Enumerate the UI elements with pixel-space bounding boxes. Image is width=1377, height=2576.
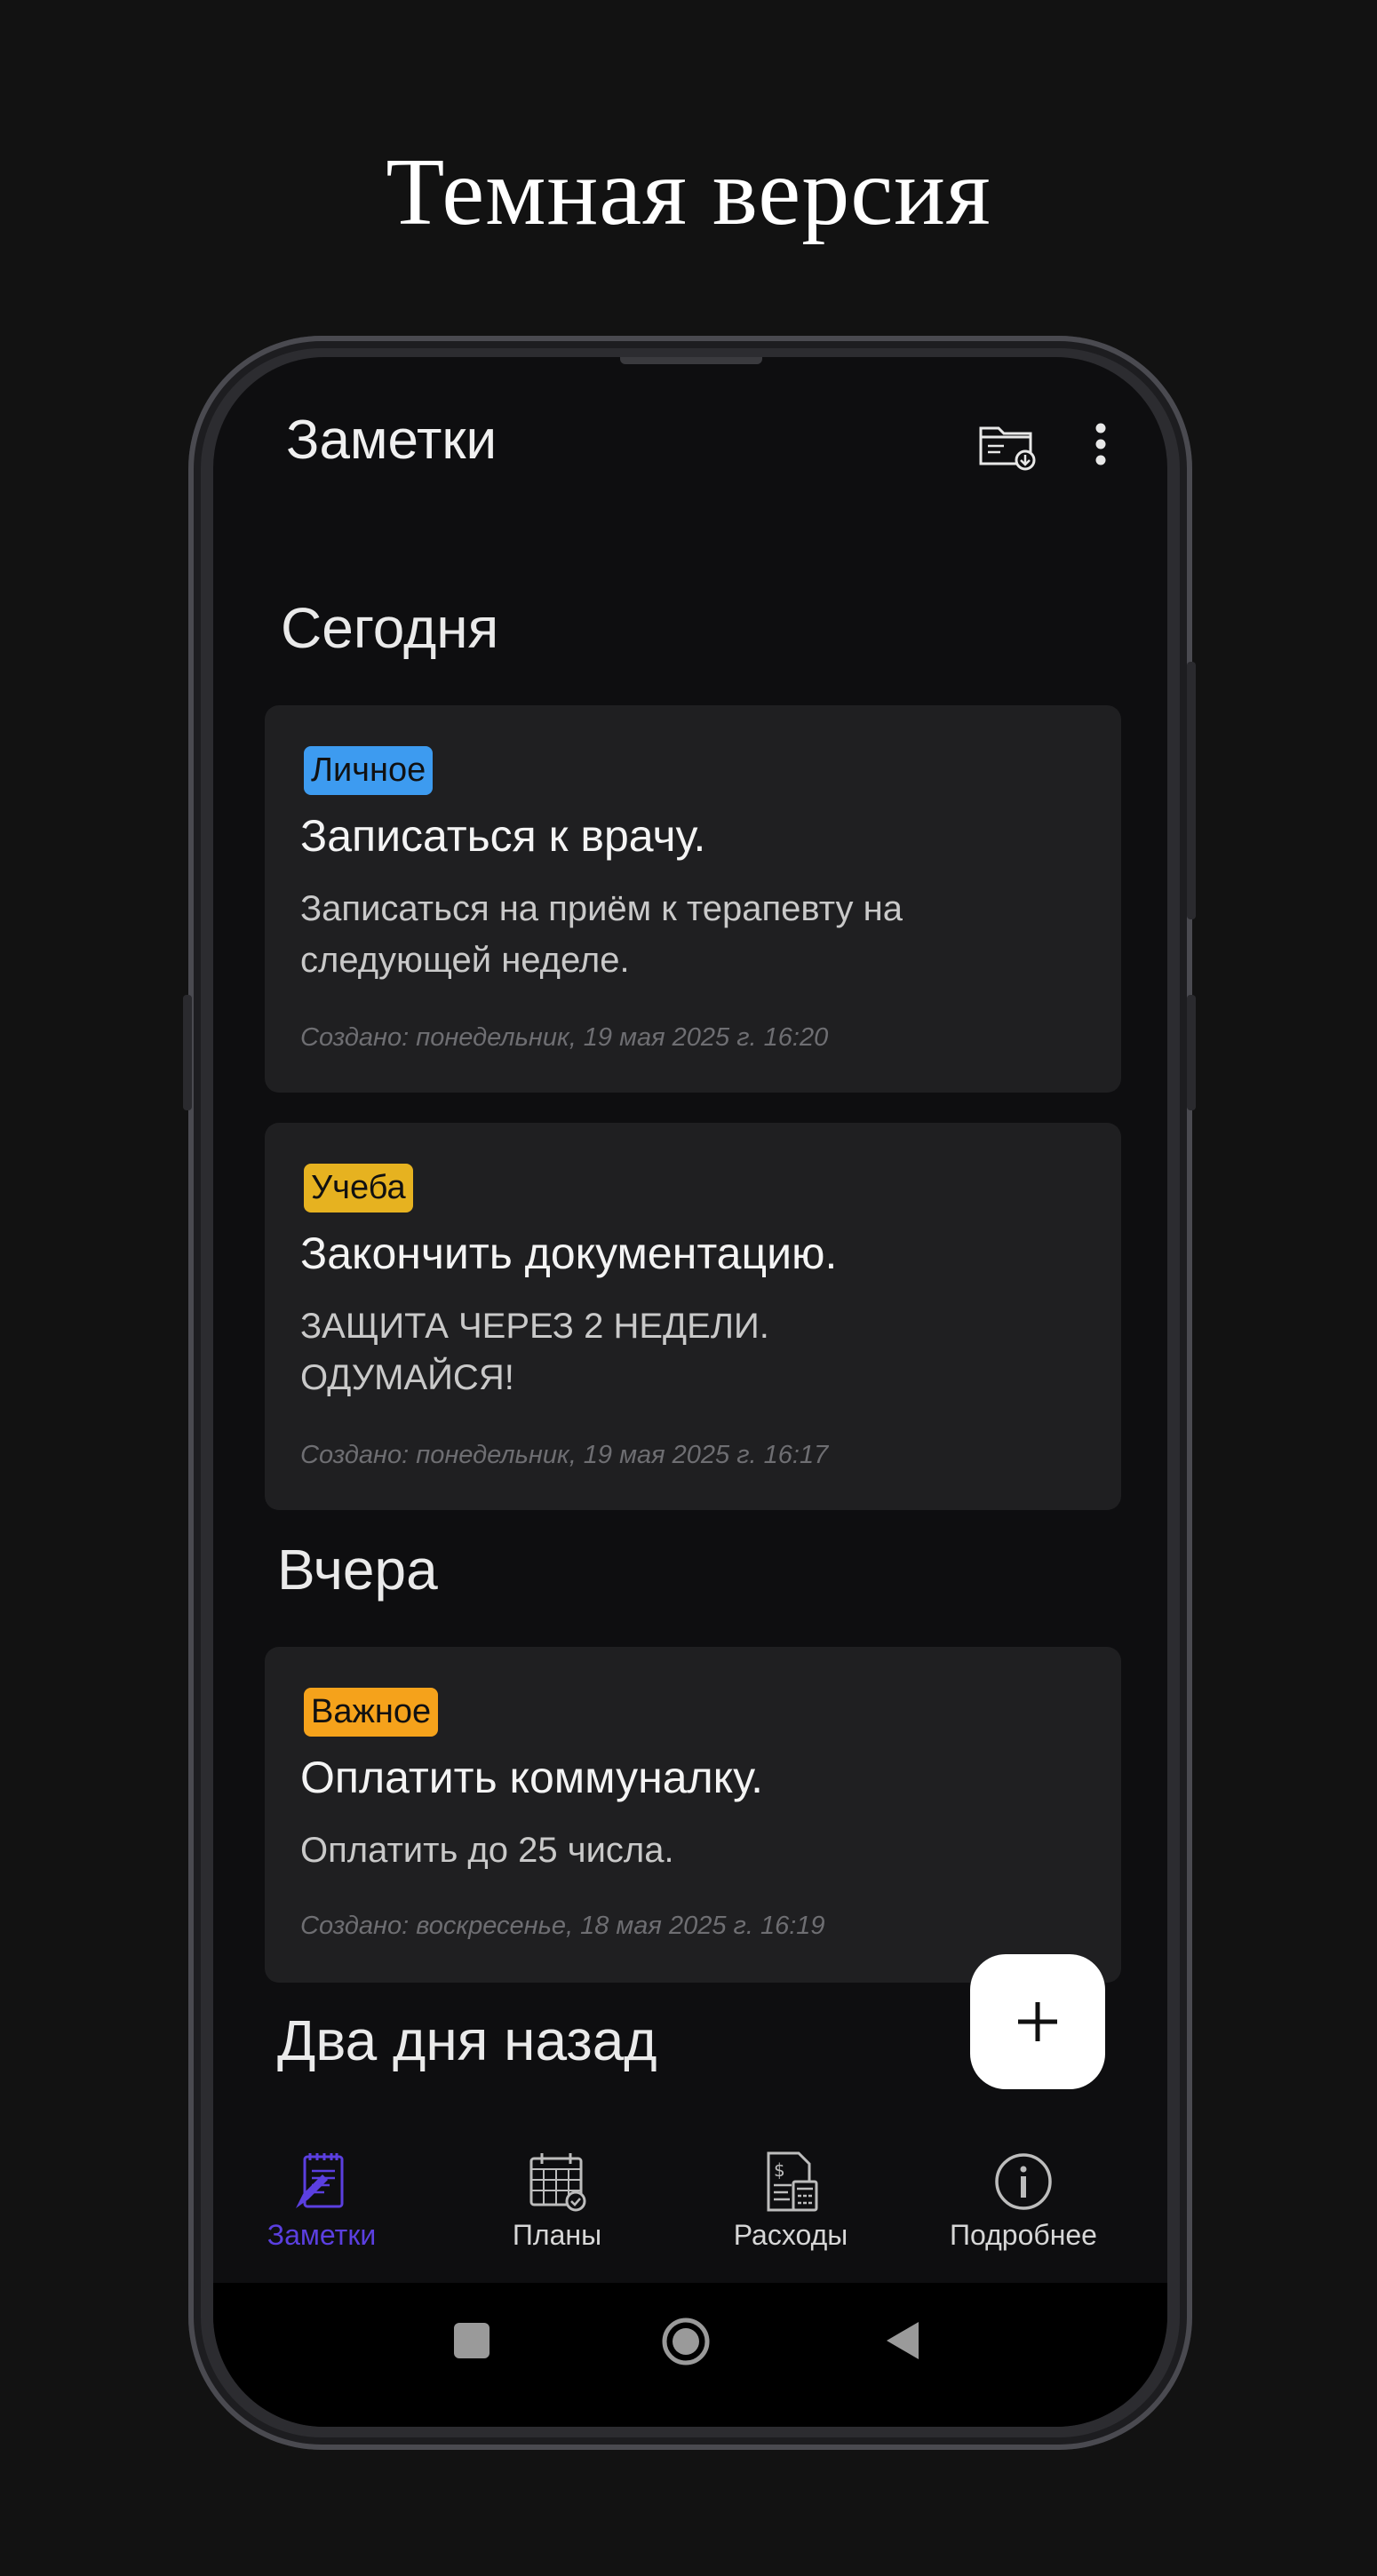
note-title: Записаться к врачу.	[300, 811, 706, 861]
volume-button	[1187, 995, 1196, 1110]
nav-label-expenses: Расходы	[733, 2219, 848, 2251]
calendar-icon	[529, 2153, 586, 2212]
nav-label-more-info: Подробнее	[950, 2219, 1097, 2251]
note-created: Создано: понедельник, 19 мая 2025 г. 16:…	[300, 1441, 829, 1469]
nav-item-notes[interactable]: Заметки	[215, 2150, 428, 2283]
section-header-two-days-ago: Два дня назад	[277, 2008, 657, 2072]
nav-label-notes: Заметки	[267, 2219, 377, 2251]
power-button	[1187, 662, 1196, 919]
nav-item-expenses[interactable]: $ Расходы	[684, 2150, 897, 2283]
speaker-notch	[620, 357, 762, 364]
system-navigation-bar	[213, 2283, 1167, 2427]
note-body: ЗАЩИТА ЧЕРЕЗ 2 НЕДЕЛИ. ОДУМАЙСЯ!	[300, 1307, 769, 1397]
nav-label-plans: Планы	[512, 2219, 602, 2251]
note-card[interactable]: Учеба Закончить документацию. ЗАЩИТА ЧЕР…	[265, 1123, 1121, 1510]
square-icon[interactable]	[453, 2322, 490, 2364]
side-button-left	[183, 995, 192, 1110]
app-bar-title: Заметки	[286, 409, 497, 471]
note-title: Оплатить коммуналку.	[300, 1753, 763, 1802]
note-title: Закончить документацию.	[300, 1228, 838, 1278]
bottom-navigation: Заметки Планы $ Расходы Подробнее	[213, 2134, 1167, 2285]
svg-text:$: $	[774, 2159, 785, 2181]
note-card[interactable]: Важное Оплатить коммуналку. Оплатить до …	[265, 1647, 1121, 1983]
phone-screen: Заметки Сегодня Личное Записаться к врач…	[213, 357, 1167, 2427]
note-created: Создано: воскресенье, 18 мая 2025 г. 16:…	[300, 1912, 825, 1940]
note-body: Оплатить до 25 числа.	[300, 1831, 674, 1870]
folder-download-icon[interactable]	[977, 417, 1039, 475]
note-body: Записаться на приём к терапевту на следу…	[300, 889, 903, 980]
note-card[interactable]: Личное Записаться к врачу. Записаться на…	[265, 705, 1121, 1093]
nav-item-plans[interactable]: Планы	[450, 2150, 664, 2283]
section-header-yesterday: Вчера	[277, 1538, 438, 1602]
tag-badge: Учеба	[304, 1164, 413, 1212]
nav-item-more-info[interactable]: Подробнее	[917, 2150, 1130, 2283]
info-icon	[995, 2153, 1052, 2210]
section-header-today: Сегодня	[281, 596, 499, 660]
tag-badge: Важное	[304, 1688, 439, 1737]
add-note-button[interactable]	[970, 1954, 1105, 2089]
notes-icon	[296, 2153, 344, 2208]
note-created: Создано: понедельник, 19 мая 2025 г. 16:…	[300, 1023, 829, 1052]
circle-icon[interactable]	[661, 2317, 711, 2371]
back-triangle-icon[interactable]	[883, 2320, 922, 2365]
more-vert-icon[interactable]	[1093, 421, 1109, 472]
expenses-icon: $	[767, 2151, 818, 2212]
promo-title: Темная версия	[386, 139, 991, 245]
plus-icon	[1018, 2002, 1057, 2041]
tag-badge: Личное	[304, 746, 434, 795]
